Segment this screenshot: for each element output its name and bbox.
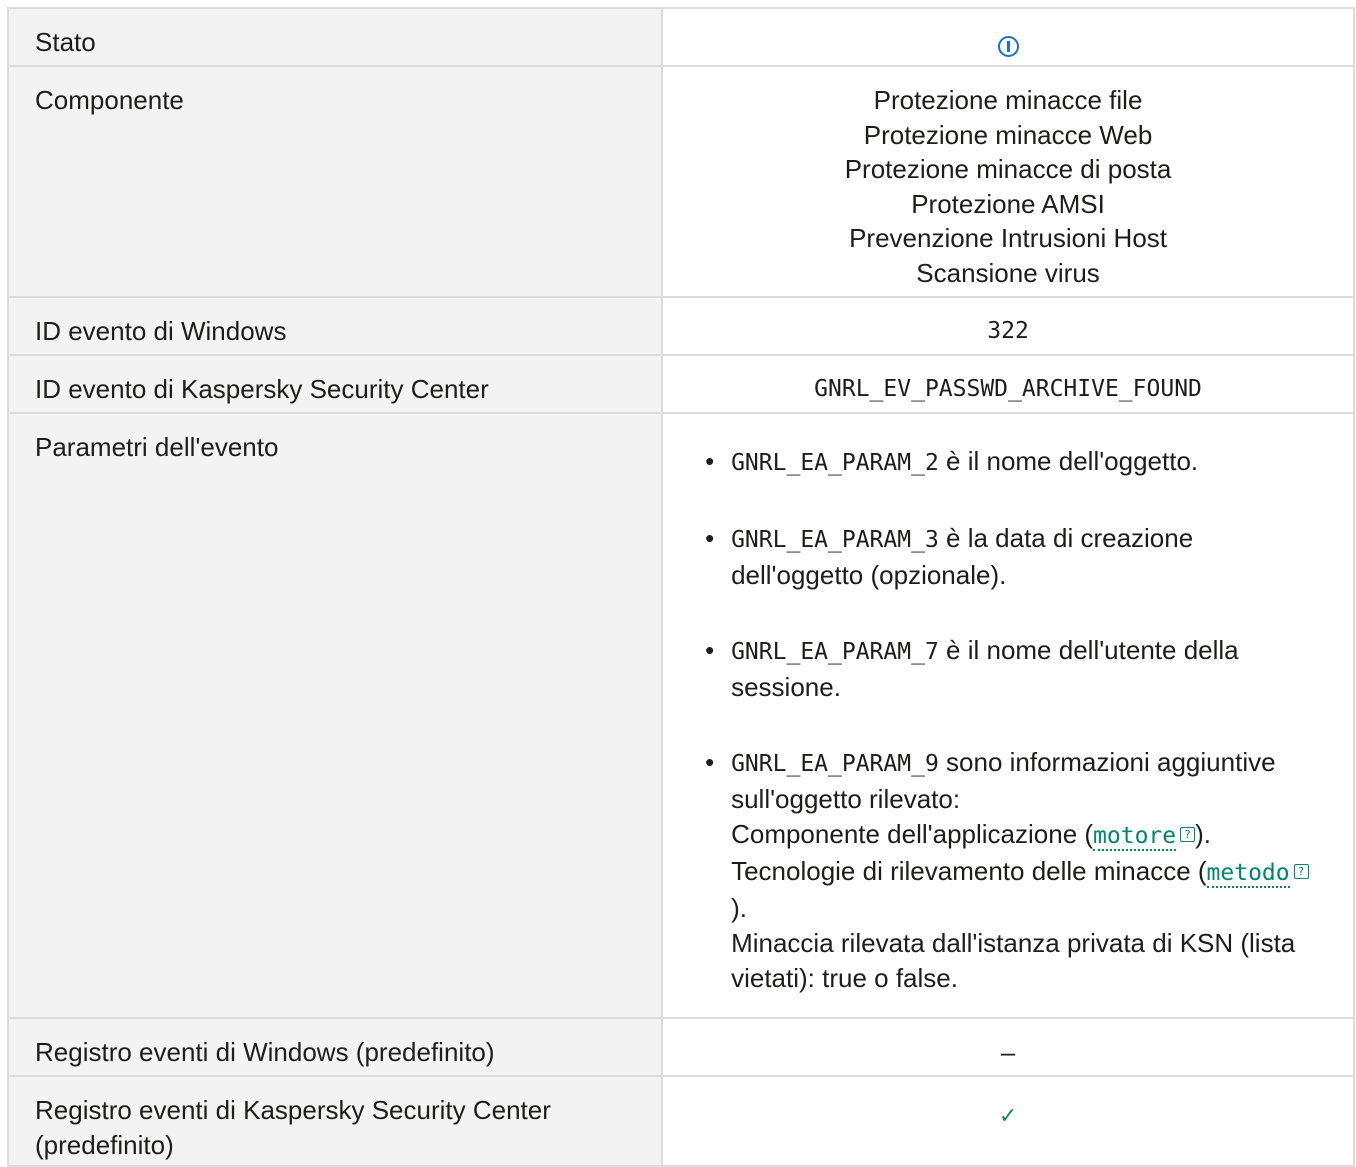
list-item: • GNRL_EA_PARAM_9 sono informazioni aggi… [705,745,1313,996]
metodo-link[interactable]: metodo [1206,860,1290,888]
bullet-icon: • [705,635,715,665]
row-ksc-id: ID evento di Kaspersky Security Center G… [6,354,1355,414]
row-value: Protezione minacce file Protezione minac… [661,65,1355,298]
row-label: Stato [6,7,664,67]
list-item: • GNRL_EA_PARAM_7 è il nome dell'utente … [705,633,1313,705]
row-value: 322 [661,296,1355,356]
info-icon [997,35,1019,57]
detail-engine-prefix: Componente dell'applicazione ( [731,819,1094,849]
row-componente: Componente Protezione minacce file Prote… [6,65,1355,298]
row-label: Componente [6,65,664,298]
motore-link[interactable]: motore [1093,823,1177,851]
component-item: Prevenzione Intrusioni Host [849,223,1168,254]
component-item: Scansione virus [916,257,1100,288]
row-win-log: Registro eventi di Windows (predefinito)… [6,1017,1355,1077]
row-label: ID evento di Kaspersky Security Center [6,354,664,414]
list-item: • GNRL_EA_PARAM_3 è la data di creazione… [705,521,1313,593]
param-text: è il nome dell'oggetto. [938,446,1199,476]
row-params: Parametri dell'evento • GNRL_EA_PARAM_2 … [6,412,1355,1019]
row-value: – [661,1017,1355,1077]
row-stato: Stato [6,7,1355,67]
row-value: • GNRL_EA_PARAM_2 è il nome dell'oggetto… [661,412,1355,1019]
help-icon[interactable]: ? [1293,863,1309,879]
row-label: Registro eventi di Kaspersky Security Ce… [6,1075,664,1167]
row-windows-id: ID evento di Windows 322 [6,296,1355,356]
row-label: Parametri dell'evento [6,412,664,1019]
detail-method-suffix: ). [731,893,747,923]
help-icon[interactable]: ? [1180,826,1196,842]
row-value [661,7,1355,67]
row-ksc-log: Registro eventi di Kaspersky Security Ce… [6,1075,1355,1167]
param-code: GNRL_EA_PARAM_9 [731,751,939,777]
component-item: Protezione minacce Web [863,119,1153,150]
bullet-icon: • [705,446,715,476]
params-list: • GNRL_EA_PARAM_2 è il nome dell'oggetto… [663,444,1353,996]
param-code: GNRL_EA_PARAM_2 [731,450,939,476]
row-label: Registro eventi di Windows (predefinito) [6,1017,664,1077]
row-label: ID evento di Windows [6,296,664,356]
detail-ksn: Minaccia rilevata dall'istanza privata d… [731,928,1296,993]
param-code: GNRL_EA_PARAM_3 [731,527,939,553]
bullet-icon: • [705,523,715,553]
row-value: GNRL_EV_PASSWD_ARCHIVE_FOUND [661,354,1355,414]
component-item: Protezione minacce file [873,85,1143,115]
bullet-icon: • [705,747,715,777]
check-icon: ✓ [998,1104,1018,1129]
event-properties-table: Stato Componente Protezione minacce file… [6,7,1355,1167]
detail-method-prefix: Tecnologie di rilevamento delle minacce … [731,856,1207,886]
component-item: Protezione AMSI [911,188,1105,219]
detail-engine-suffix: ). [1195,819,1212,849]
list-item: • GNRL_EA_PARAM_2 è il nome dell'oggetto… [705,444,1313,481]
param-code: GNRL_EA_PARAM_7 [731,639,939,665]
row-value: ✓ [661,1075,1355,1167]
component-item: Protezione minacce di posta [844,154,1172,185]
